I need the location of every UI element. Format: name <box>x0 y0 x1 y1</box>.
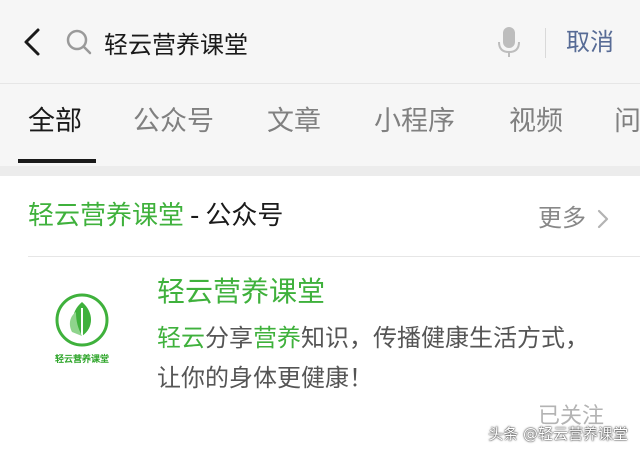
tab-videos[interactable]: 视频 <box>509 102 563 142</box>
result-card: 轻云营养课堂 - 公众号 更多 轻云营养课堂 轻云营养课堂 轻云分享营养知识，传播健… <box>0 176 640 454</box>
section-account-name: 轻云营养课堂 <box>28 201 185 231</box>
desc-highlight: 营养 <box>253 324 301 352</box>
search-input[interactable] <box>104 20 484 64</box>
search-divider <box>545 28 546 58</box>
section-separator: - <box>190 201 200 231</box>
tab-bar: 全部 公众号 文章 小程序 视频 问 <box>0 84 640 166</box>
microphone-icon[interactable] <box>497 25 521 59</box>
section-divider <box>28 256 640 257</box>
tab-mini-programs[interactable]: 小程序 <box>374 102 455 142</box>
section-spacer <box>0 166 640 176</box>
tab-articles[interactable]: 文章 <box>267 102 321 142</box>
tab-all[interactable]: 全部 <box>28 102 82 142</box>
account-description: 轻云分享营养知识，传播健康生活方式，让你的身体更健康！ <box>157 318 607 398</box>
more-label: 更多 <box>538 204 586 232</box>
leaf-logo-icon <box>55 293 109 347</box>
active-tab-indicator <box>18 159 96 163</box>
account-name-link[interactable]: 轻云营养课堂 <box>157 272 325 312</box>
cancel-button[interactable]: 取消 <box>566 24 614 60</box>
back-button[interactable] <box>14 22 50 62</box>
search-bar: 取消 <box>0 0 640 84</box>
back-arrow-icon <box>24 28 40 56</box>
chevron-right-icon <box>597 209 608 229</box>
account-avatar[interactable]: 轻云营养课堂 <box>48 292 128 378</box>
logo-caption: 轻云营养课堂 <box>54 355 109 365</box>
tab-official-accounts[interactable]: 公众号 <box>133 102 214 142</box>
search-icon <box>66 29 92 55</box>
section-header: 轻云营养课堂 - 公众号 <box>28 196 283 236</box>
desc-text: 分享 <box>205 324 253 352</box>
desc-highlight: 轻云 <box>157 324 205 352</box>
watermark: 头条 @轻云营养课堂 <box>488 425 628 443</box>
section-type-label: 公众号 <box>205 201 284 231</box>
more-button[interactable]: 更多 <box>538 200 610 236</box>
tab-questions[interactable]: 问 <box>614 102 640 142</box>
